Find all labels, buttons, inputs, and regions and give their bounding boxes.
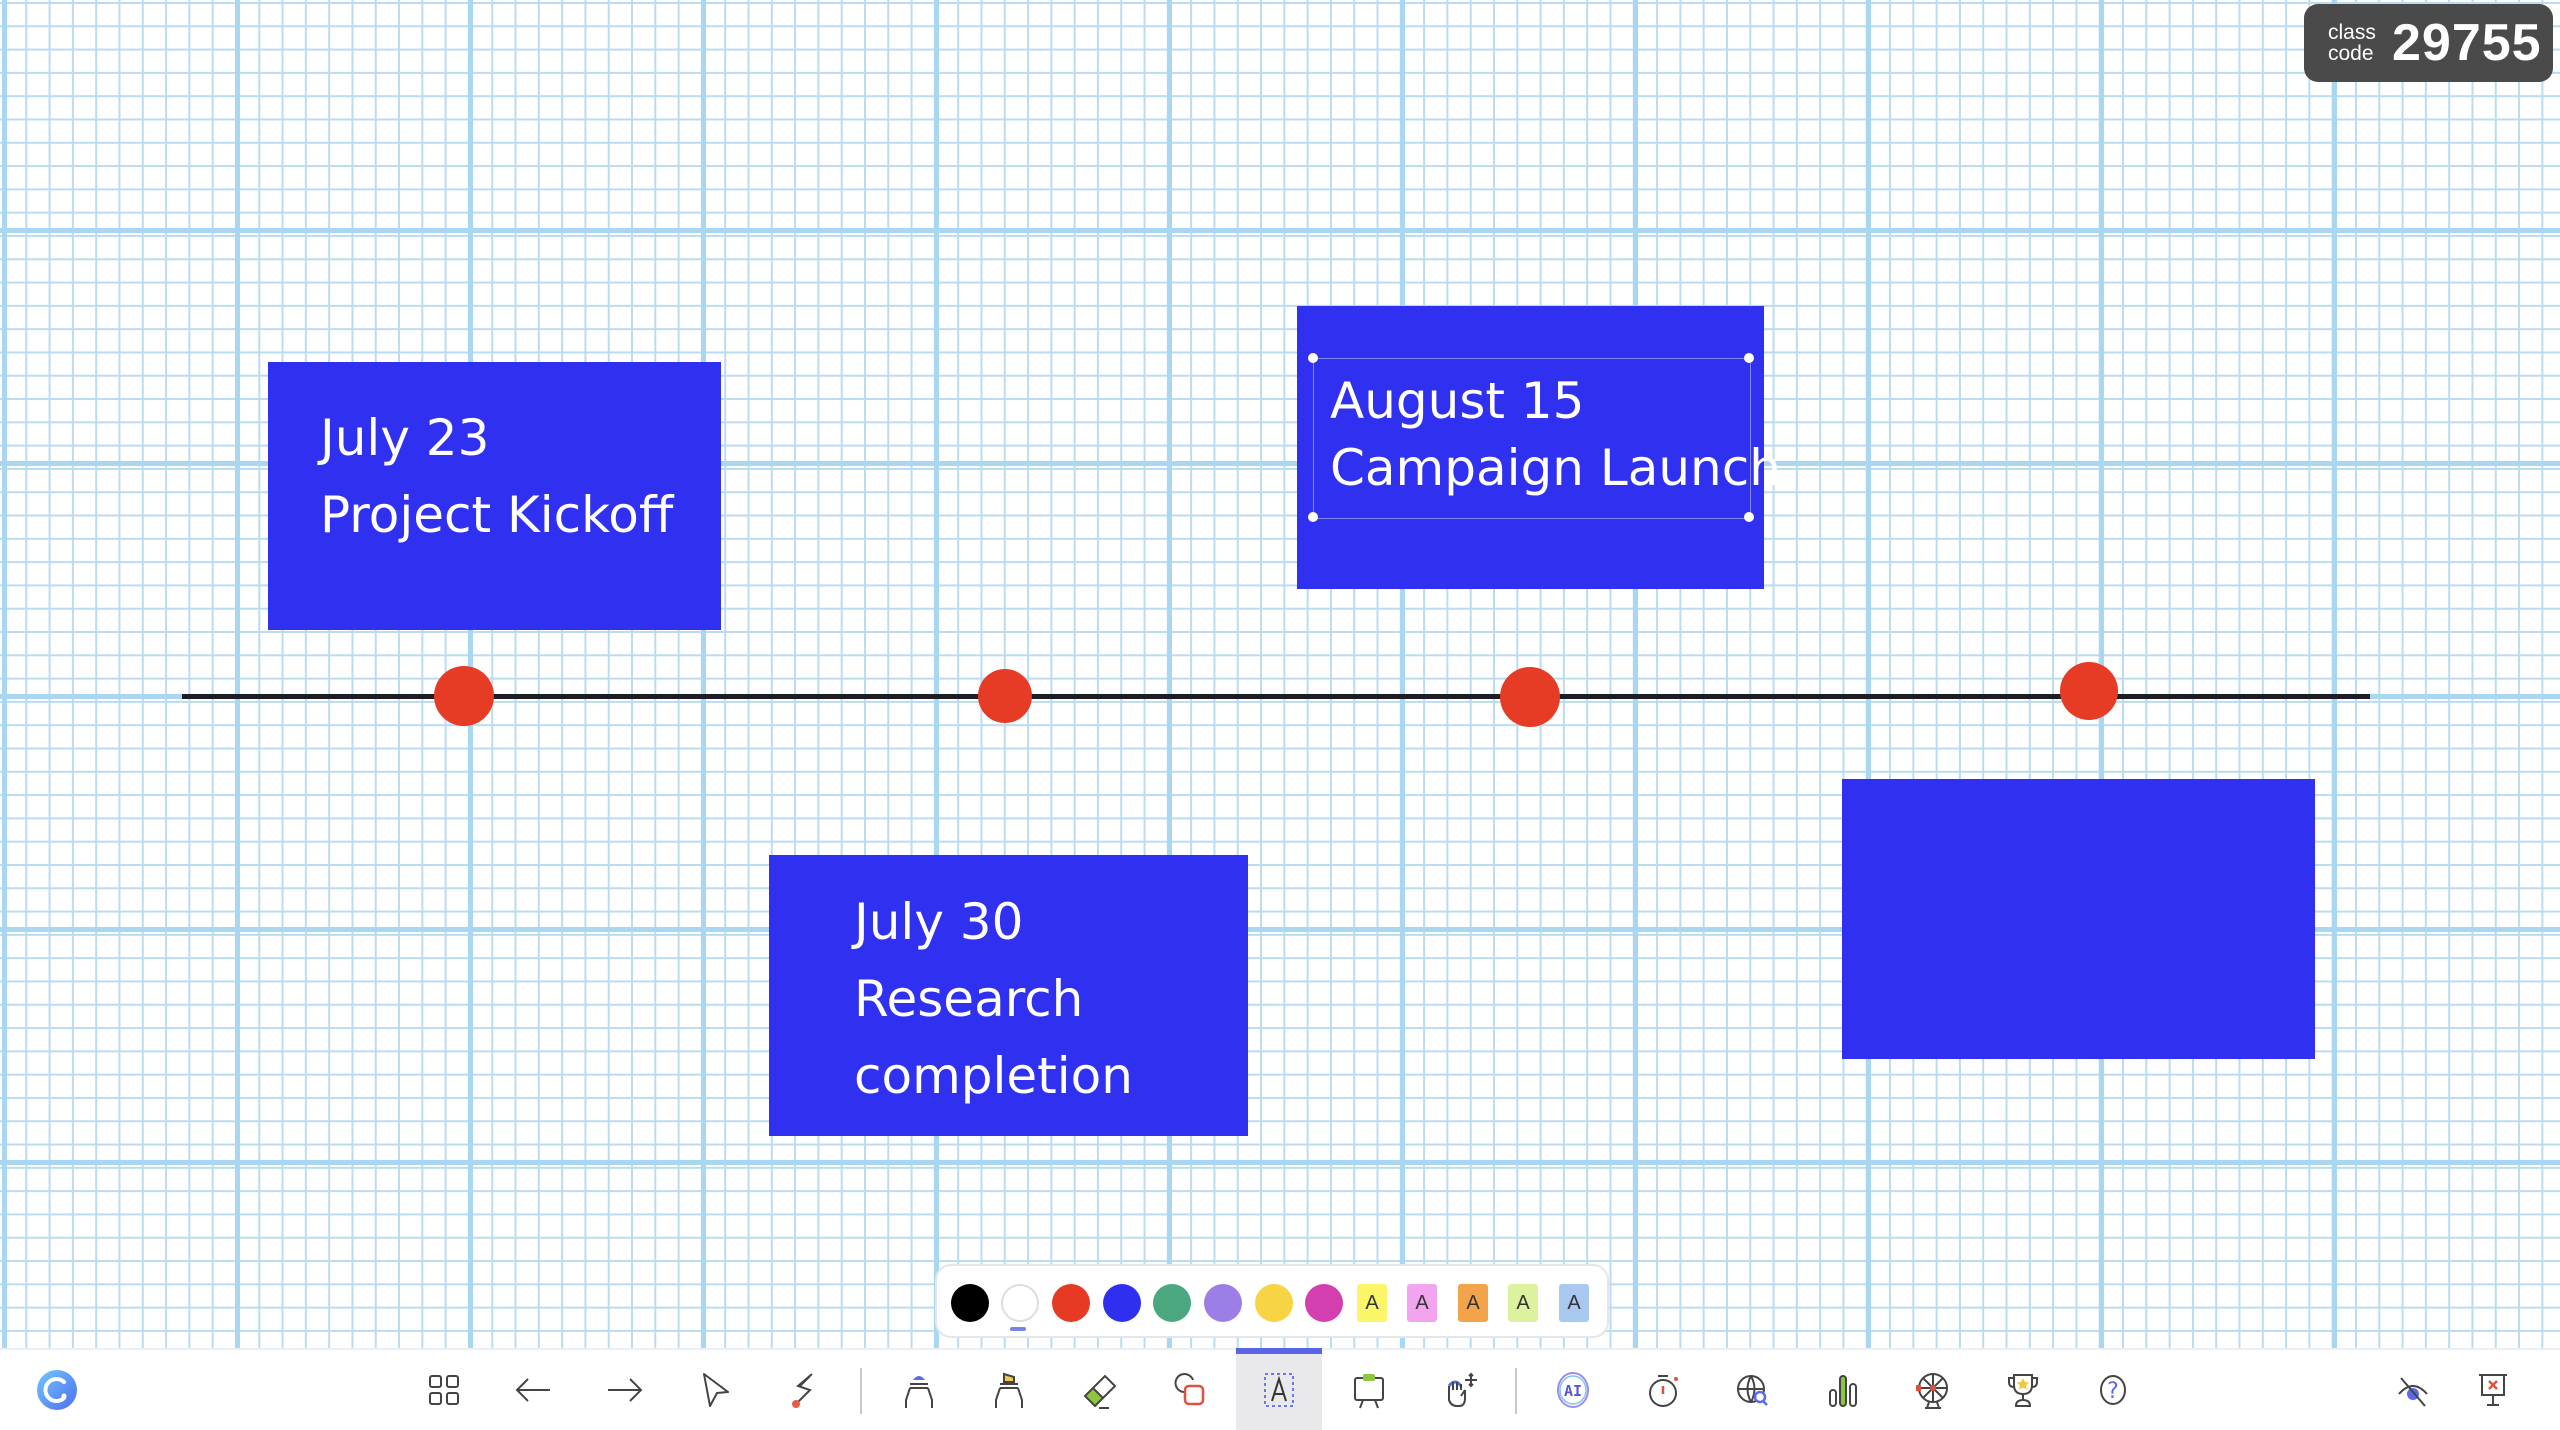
easel-icon <box>1354 1374 1384 1409</box>
arrow-right-icon <box>608 1378 643 1402</box>
timer-icon <box>1649 1375 1678 1407</box>
resize-handle-bottom-right[interactable] <box>1744 512 1754 522</box>
color-palette: A A A A A <box>935 1264 1609 1338</box>
timeline-line[interactable] <box>182 694 2370 699</box>
text-box-icon <box>1264 1373 1294 1407</box>
swatch-blue[interactable] <box>1103 1284 1141 1322</box>
cursor-icon <box>703 1373 729 1407</box>
timer-button[interactable] <box>1620 1350 1706 1430</box>
event-title[interactable]: Campaign Launch <box>1330 435 1781 502</box>
trophy-icon <box>2008 1374 2038 1407</box>
resize-handle-bottom-left[interactable] <box>1308 512 1318 522</box>
event-date: July 23 <box>320 409 490 467</box>
pen-button[interactable] <box>876 1350 962 1430</box>
highlight-orange[interactable]: A <box>1458 1284 1488 1322</box>
help-button[interactable]: ? <box>2070 1350 2156 1430</box>
arrow-left-icon <box>515 1378 550 1402</box>
selected-color-indicator <box>1010 1327 1026 1331</box>
svg-text:?: ? <box>2107 1379 2119 1404</box>
eraser-icon <box>1083 1374 1117 1409</box>
swatch-black[interactable] <box>951 1284 989 1322</box>
wheel-icon <box>1916 1373 1948 1409</box>
highlight-blue[interactable]: A <box>1559 1284 1589 1322</box>
undo-button[interactable] <box>491 1350 577 1430</box>
swatch-red[interactable] <box>1052 1284 1090 1322</box>
end-presentation-button[interactable] <box>2450 1350 2536 1430</box>
class-code-value: 29755 <box>2392 14 2542 72</box>
toolbar-divider <box>860 1368 862 1414</box>
event-date: July 30 <box>854 893 1024 951</box>
web-search-button[interactable] <box>1710 1350 1796 1430</box>
highlight-pink[interactable]: A <box>1407 1284 1437 1322</box>
pen-icon <box>905 1376 933 1408</box>
hide-button[interactable] <box>2370 1350 2456 1430</box>
hand-move-icon <box>1447 1372 1477 1407</box>
swatch-magenta[interactable] <box>1305 1284 1343 1322</box>
laser-pointer-button[interactable] <box>761 1350 847 1430</box>
swatch-white[interactable] <box>1001 1284 1039 1322</box>
shapes-icon <box>1174 1373 1205 1406</box>
event-date[interactable]: August 15 <box>1330 368 1781 435</box>
help-icon: ? <box>2100 1375 2126 1405</box>
laser-pointer-icon <box>792 1373 813 1408</box>
whiteboard-canvas[interactable]: July 23 Project Kickoff July 30 Research… <box>0 0 2560 1348</box>
class-code-label-1: class <box>2328 21 2376 44</box>
toolbar-divider <box>1515 1368 1517 1414</box>
event-card-august-15[interactable]: August 15 Campaign Launch <box>1297 306 1781 589</box>
resize-handle-top-right[interactable] <box>1744 353 1754 363</box>
whiteboard-button[interactable] <box>1326 1350 1412 1430</box>
swatch-green[interactable] <box>1153 1284 1191 1322</box>
timeline-marker-3[interactable] <box>1500 667 1560 727</box>
eye-off-icon <box>2398 1377 2428 1407</box>
resize-handle-top-left[interactable] <box>1308 353 1318 363</box>
shapes-button[interactable] <box>1146 1350 1232 1430</box>
timeline-marker-2[interactable] <box>978 669 1032 723</box>
event-title: Project Kickoff <box>320 486 674 544</box>
highlighter-icon <box>995 1372 1023 1408</box>
redo-button[interactable] <box>581 1350 667 1430</box>
eraser-button[interactable] <box>1056 1350 1142 1430</box>
bottom-toolbar: AI ? <box>0 1348 2560 1430</box>
event-card-july-30[interactable]: July 30 Research completion <box>769 855 1248 1136</box>
event-title-line-1: Research <box>854 970 1084 1028</box>
highlight-lime[interactable]: A <box>1508 1284 1538 1322</box>
bar-chart-icon <box>1829 1375 1857 1407</box>
highlighter-button[interactable] <box>966 1350 1052 1430</box>
event-title-line-2: completion <box>854 1047 1133 1105</box>
presentation-close-icon <box>2479 1374 2507 1406</box>
swatch-yellow[interactable] <box>1255 1284 1293 1322</box>
spinner-wheel-button[interactable] <box>1890 1350 1976 1430</box>
ai-button[interactable]: AI <box>1530 1350 1616 1430</box>
poll-button[interactable] <box>1800 1350 1886 1430</box>
text-button[interactable] <box>1236 1348 1322 1430</box>
timeline-marker-1[interactable] <box>434 666 494 726</box>
app-logo-icon <box>37 1370 77 1410</box>
ai-icon: AI <box>1557 1372 1589 1408</box>
app-logo-button[interactable] <box>14 1350 100 1430</box>
swatch-purple[interactable] <box>1204 1284 1242 1322</box>
class-code-label-2: code <box>2328 42 2374 65</box>
event-card-empty[interactable] <box>1842 779 2315 1059</box>
class-code-badge: class code 29755 <box>2304 4 2553 82</box>
globe-search-icon <box>1737 1375 1768 1406</box>
svg-text:AI: AI <box>1564 1382 1582 1400</box>
timeline-marker-4[interactable] <box>2060 662 2118 720</box>
rewards-button[interactable] <box>1980 1350 2066 1430</box>
grid-icon <box>429 1375 459 1405</box>
move-button[interactable] <box>1416 1350 1502 1430</box>
pages-button[interactable] <box>401 1350 487 1430</box>
select-button[interactable] <box>671 1350 757 1430</box>
highlight-yellow[interactable]: A <box>1357 1284 1387 1322</box>
event-card-july-23[interactable]: July 23 Project Kickoff <box>268 362 721 630</box>
